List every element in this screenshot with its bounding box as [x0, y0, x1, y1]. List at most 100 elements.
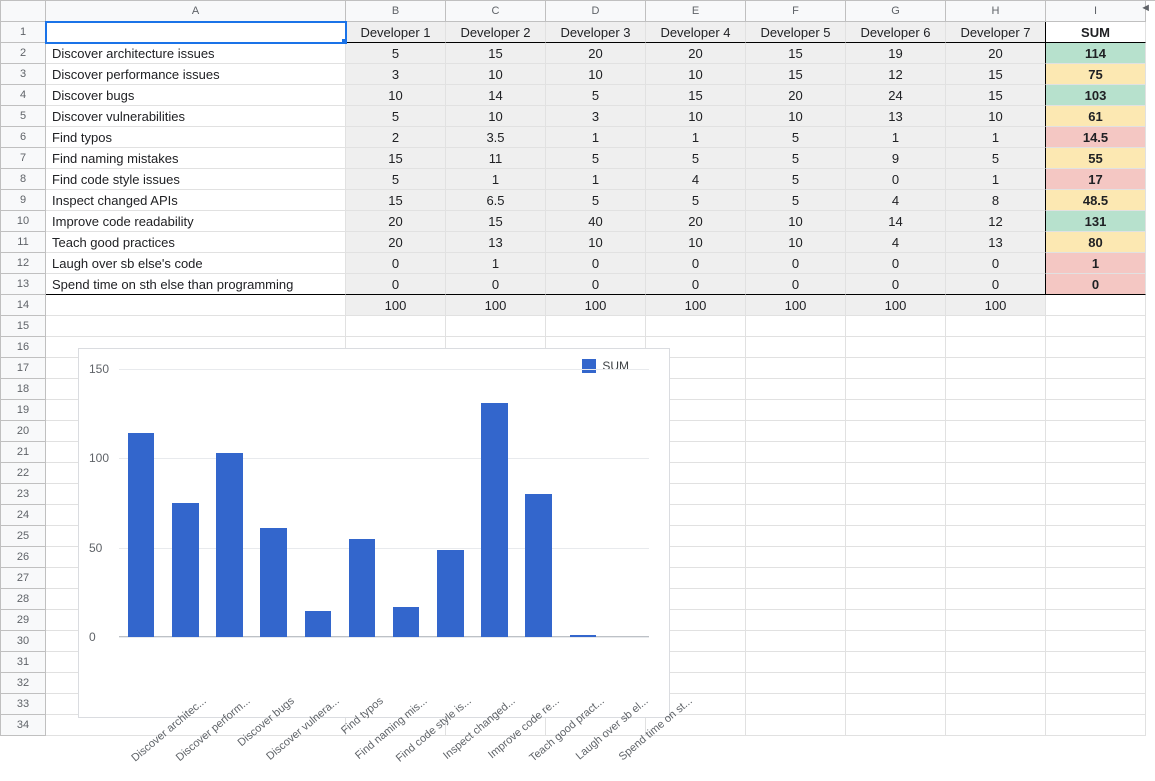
empty-cell[interactable]: [746, 463, 846, 484]
row-header[interactable]: 19: [1, 400, 46, 421]
empty-cell[interactable]: [1046, 400, 1146, 421]
row-header[interactable]: 32: [1, 673, 46, 694]
row-header[interactable]: 33: [1, 694, 46, 715]
sum-cell[interactable]: 17: [1046, 169, 1146, 190]
data-cell[interactable]: 10: [446, 64, 546, 85]
data-cell[interactable]: 15: [346, 190, 446, 211]
data-cell[interactable]: 15: [746, 64, 846, 85]
data-cell[interactable]: 5: [746, 148, 846, 169]
empty-cell[interactable]: [1046, 484, 1146, 505]
data-cell[interactable]: 10: [746, 106, 846, 127]
total-cell[interactable]: 100: [546, 295, 646, 316]
empty-cell[interactable]: [1046, 421, 1146, 442]
empty-cell[interactable]: [646, 316, 746, 337]
empty-cell[interactable]: [746, 652, 846, 673]
sum-cell[interactable]: 103: [1046, 85, 1146, 106]
row-label[interactable]: Inspect changed APIs: [46, 190, 346, 211]
data-cell[interactable]: 9: [846, 148, 946, 169]
empty-cell[interactable]: [846, 505, 946, 526]
chart-bar[interactable]: [525, 494, 552, 637]
data-cell[interactable]: 1: [546, 127, 646, 148]
data-cell[interactable]: 0: [346, 253, 446, 274]
empty-cell[interactable]: [746, 337, 846, 358]
row-header[interactable]: 1: [1, 22, 46, 43]
total-cell[interactable]: 100: [646, 295, 746, 316]
empty-cell[interactable]: [46, 316, 346, 337]
row-header[interactable]: 16: [1, 337, 46, 358]
data-cell[interactable]: 5: [646, 190, 746, 211]
data-cell[interactable]: 0: [946, 274, 1046, 295]
row-header[interactable]: 25: [1, 526, 46, 547]
empty-cell[interactable]: [846, 652, 946, 673]
empty-cell[interactable]: [746, 442, 846, 463]
empty-cell[interactable]: [346, 316, 446, 337]
empty-cell[interactable]: [746, 694, 846, 715]
data-cell[interactable]: 0: [646, 253, 746, 274]
chart-bar[interactable]: [128, 433, 155, 637]
header-cell[interactable]: Developer 3: [546, 22, 646, 43]
data-cell[interactable]: 19: [846, 43, 946, 64]
empty-cell[interactable]: [1046, 337, 1146, 358]
data-cell[interactable]: 15: [746, 43, 846, 64]
row-label[interactable]: Find code style issues: [46, 169, 346, 190]
empty-cell[interactable]: [1046, 715, 1146, 736]
empty-cell[interactable]: [946, 463, 1046, 484]
empty-cell[interactable]: [1046, 568, 1146, 589]
empty-cell[interactable]: [846, 631, 946, 652]
data-cell[interactable]: 5: [346, 169, 446, 190]
data-cell[interactable]: 13: [846, 106, 946, 127]
empty-cell[interactable]: [846, 337, 946, 358]
row-label[interactable]: Discover bugs: [46, 85, 346, 106]
empty-cell[interactable]: [946, 631, 1046, 652]
data-cell[interactable]: 14: [446, 85, 546, 106]
empty-cell[interactable]: [946, 358, 1046, 379]
data-cell[interactable]: 0: [346, 274, 446, 295]
data-cell[interactable]: 20: [646, 43, 746, 64]
data-cell[interactable]: 10: [546, 232, 646, 253]
data-cell[interactable]: 8: [946, 190, 1046, 211]
row-label[interactable]: Discover vulnerabilities: [46, 106, 346, 127]
data-cell[interactable]: 20: [346, 232, 446, 253]
col-header[interactable]: D: [546, 1, 646, 22]
empty-cell[interactable]: [746, 421, 846, 442]
sum-cell[interactable]: 61: [1046, 106, 1146, 127]
total-cell[interactable]: 100: [446, 295, 546, 316]
row-header[interactable]: 31: [1, 652, 46, 673]
empty-cell[interactable]: [446, 316, 546, 337]
data-cell[interactable]: 13: [446, 232, 546, 253]
header-cell[interactable]: SUM: [1046, 22, 1146, 43]
total-cell[interactable]: 100: [846, 295, 946, 316]
header-cell[interactable]: Developer 2: [446, 22, 546, 43]
row-label[interactable]: Spend time on sth else than programming: [46, 274, 346, 295]
header-cell[interactable]: Developer 6: [846, 22, 946, 43]
row-label[interactable]: Discover architecture issues: [46, 43, 346, 64]
data-cell[interactable]: 40: [546, 211, 646, 232]
data-cell[interactable]: 4: [646, 169, 746, 190]
empty-cell[interactable]: [746, 568, 846, 589]
empty-cell[interactable]: [1046, 463, 1146, 484]
empty-cell[interactable]: [1046, 673, 1146, 694]
data-cell[interactable]: 10: [646, 64, 746, 85]
data-cell[interactable]: 10: [946, 106, 1046, 127]
empty-cell[interactable]: [846, 589, 946, 610]
data-cell[interactable]: 1: [446, 169, 546, 190]
data-cell[interactable]: 1: [446, 253, 546, 274]
data-cell[interactable]: 6.5: [446, 190, 546, 211]
empty-cell[interactable]: [846, 316, 946, 337]
col-header[interactable]: B: [346, 1, 446, 22]
row-header[interactable]: 10: [1, 211, 46, 232]
data-cell[interactable]: 0: [446, 274, 546, 295]
header-cell[interactable]: Developer 1: [346, 22, 446, 43]
row-header[interactable]: 5: [1, 106, 46, 127]
data-cell[interactable]: 0: [746, 253, 846, 274]
row-header[interactable]: 9: [1, 190, 46, 211]
data-cell[interactable]: 0: [746, 274, 846, 295]
empty-cell[interactable]: [946, 316, 1046, 337]
row-header[interactable]: 7: [1, 148, 46, 169]
row-header[interactable]: 18: [1, 379, 46, 400]
chart-bar[interactable]: [437, 550, 464, 637]
row-label[interactable]: Teach good practices: [46, 232, 346, 253]
empty-cell[interactable]: [546, 316, 646, 337]
bar-chart[interactable]: SUM 050100150Discover architec...Discove…: [78, 348, 670, 718]
empty-cell[interactable]: [746, 547, 846, 568]
